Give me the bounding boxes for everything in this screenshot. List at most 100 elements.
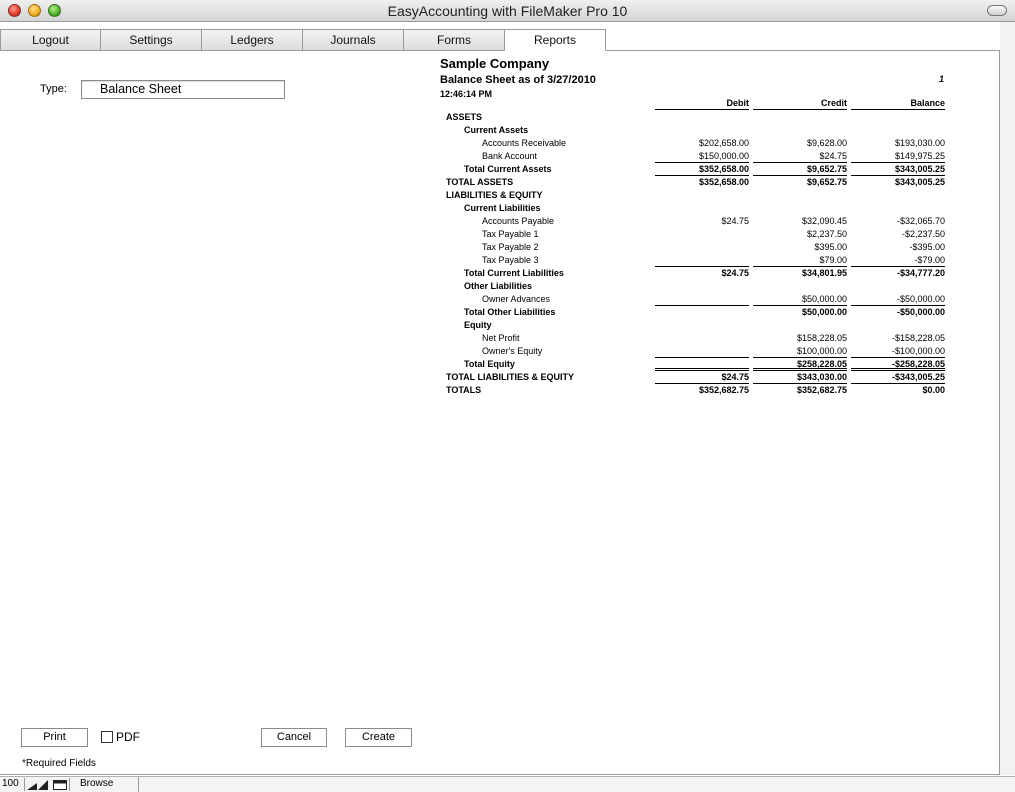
- row-label: Current Assets: [464, 125, 529, 135]
- row-label: Accounts Payable: [482, 216, 555, 226]
- row-balance-value: -$79.00: [851, 254, 945, 267]
- report-row: Accounts Receivable $202,658.00 $9,628.00 $…: [440, 137, 950, 150]
- tab-bar: Logout Settings Ledgers Journals Forms R…: [0, 29, 1000, 51]
- row-credit-value: $100,000.00: [753, 345, 847, 358]
- pdf-checkbox[interactable]: [101, 731, 113, 743]
- title-bar: EasyAccounting with FileMaker Pro 10: [0, 0, 1015, 22]
- row-debit-value: [655, 124, 749, 137]
- row-credit-value: $2,237.50: [806, 229, 847, 239]
- row-credit-value: $395.00: [814, 242, 847, 252]
- row-credit-value: $79.00: [753, 254, 847, 267]
- report-row: Current Assets: [440, 124, 950, 137]
- row-label: Tax Payable 2: [482, 242, 539, 252]
- row-debit-value: [655, 293, 749, 306]
- row-credit-value: [753, 202, 847, 215]
- row-credit-value: $32,090.45: [801, 216, 847, 226]
- row-label: Net Profit: [482, 333, 520, 343]
- row-balance-value: -$100,000.00: [851, 345, 945, 358]
- row-debit-value: [655, 319, 749, 332]
- row-label: Bank Account: [482, 151, 538, 161]
- cancel-button[interactable]: Cancel: [261, 728, 327, 747]
- row-debit-value: [655, 111, 749, 124]
- create-button[interactable]: Create: [345, 728, 412, 747]
- row-label: Tax Payable 1: [482, 229, 539, 239]
- report-type-field[interactable]: Balance Sheet: [81, 80, 285, 99]
- row-label: Other Liabilities: [464, 281, 533, 291]
- report-row: Total Current Assets $352,658.00 $9,652.75…: [440, 163, 950, 176]
- row-debit-value: $24.75: [655, 371, 749, 384]
- row-credit-value: $258,228.05: [753, 358, 847, 371]
- row-balance-value: [851, 124, 945, 137]
- zoom-in-icon[interactable]: [38, 780, 48, 790]
- row-label: Total Other Liabilities: [464, 307, 556, 317]
- row-label: Current Liabilities: [464, 203, 541, 213]
- row-credit-value: $343,030.00: [753, 371, 847, 384]
- report-row: Owner Advances $50,000.00 -$50,000.00: [440, 293, 950, 306]
- tab-settings[interactable]: Settings: [101, 29, 202, 51]
- row-debit-value: [655, 189, 749, 202]
- row-balance-value: $149,975.25: [851, 150, 945, 163]
- row-balance-value: $0.00: [922, 385, 945, 395]
- print-button[interactable]: Print: [21, 728, 88, 747]
- pdf-checkbox-label: PDF: [116, 730, 140, 744]
- tab-forms[interactable]: Forms: [404, 29, 505, 51]
- report-rows: ASSETS Current Assets Accounts Receivable $…: [440, 111, 950, 397]
- report-row: Net Profit $158,228.05 -$158,228.05: [440, 332, 950, 345]
- row-credit-value: [753, 280, 847, 293]
- row-debit-value: $352,658.00: [655, 163, 749, 176]
- row-balance-value: -$343,005.25: [851, 371, 945, 384]
- row-debit-value: $352,658.00: [698, 177, 749, 187]
- row-debit-value: $24.75: [721, 268, 749, 278]
- row-debit-value: [655, 254, 749, 267]
- page-number: 1: [938, 74, 944, 84]
- zoom-out-icon[interactable]: [27, 780, 37, 790]
- row-label: Total Current Liabilities: [464, 268, 564, 278]
- required-fields-note: *Required Fields: [22, 758, 96, 769]
- column-header-credit: Credit: [753, 98, 847, 110]
- row-balance-value: [851, 111, 945, 124]
- report-row: Owner's Equity $100,000.00 -$100,000.00: [440, 345, 950, 358]
- row-credit-value: $50,000.00: [753, 293, 847, 306]
- row-label: LIABILITIES & EQUITY: [446, 190, 543, 200]
- report-row: Other Liabilities: [440, 280, 950, 293]
- row-label: Owner Advances: [482, 294, 551, 304]
- toggle-status-area-icon[interactable]: [53, 780, 67, 790]
- report-row: ASSETS: [440, 111, 950, 124]
- zoom-controls: [24, 778, 70, 791]
- tab-ledgers[interactable]: Ledgers: [202, 29, 303, 51]
- row-label: Total Current Assets: [464, 164, 552, 174]
- report-row: Total Equity $258,228.05 -$258,228.05: [440, 358, 950, 371]
- tab-logout[interactable]: Logout: [0, 29, 101, 51]
- row-balance-value: -$158,228.05: [891, 333, 945, 343]
- report-time: 12:46:14 PM: [440, 89, 493, 99]
- zoom-level[interactable]: 100: [2, 778, 24, 789]
- report-row: Tax Payable 1 $2,237.50 -$2,237.50: [440, 228, 950, 241]
- row-credit-value: [753, 124, 847, 137]
- tab-journals[interactable]: Journals: [303, 29, 404, 51]
- row-credit-value: [753, 189, 847, 202]
- row-label: TOTAL ASSETS: [446, 177, 514, 187]
- row-label: TOTALS: [446, 385, 482, 395]
- row-balance-value: -$32,065.70: [896, 216, 945, 226]
- row-balance-value: -$395.00: [909, 242, 945, 252]
- row-balance-value: -$2,237.50: [901, 229, 945, 239]
- row-debit-value: [655, 241, 749, 254]
- report-row: TOTAL ASSETS $352,658.00 $9,652.75 $343,005…: [440, 176, 950, 189]
- row-credit-value: $9,652.75: [753, 163, 847, 176]
- row-label: Owner's Equity: [482, 346, 543, 356]
- row-debit-value: $202,658.00: [698, 138, 749, 148]
- report-row: Total Other Liabilities $50,000.00 -$50,00…: [440, 306, 950, 319]
- row-debit-value: [655, 280, 749, 293]
- row-label: Tax Payable 3: [482, 255, 539, 265]
- row-credit-value: $158,228.05: [796, 333, 847, 343]
- tab-reports[interactable]: Reports: [505, 29, 606, 51]
- window-title: EasyAccounting with FileMaker Pro 10: [387, 3, 628, 19]
- row-debit-value: $150,000.00: [655, 150, 749, 163]
- mode-indicator[interactable]: Browse: [71, 777, 139, 792]
- row-credit-value: [753, 111, 847, 124]
- row-balance-value: [851, 319, 945, 332]
- toolbar-toggle-button[interactable]: [987, 5, 1007, 16]
- company-name: Sample Company: [440, 56, 550, 71]
- row-balance-value: $343,005.25: [894, 177, 945, 187]
- report-row: Tax Payable 2 $395.00 -$395.00: [440, 241, 950, 254]
